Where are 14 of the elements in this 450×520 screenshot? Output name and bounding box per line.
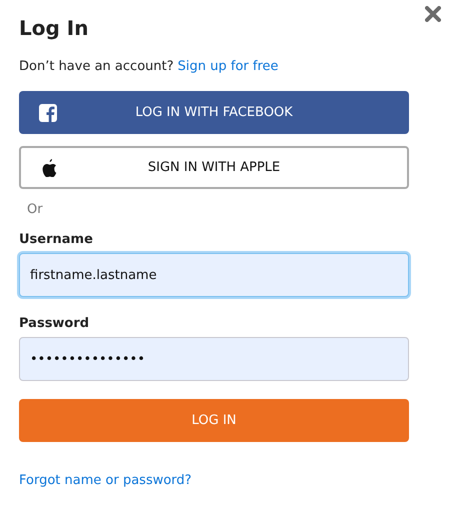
apple-signin-button[interactable]: SIGN IN WITH APPLE: [19, 146, 409, 189]
forgot-password-link[interactable]: Forgot name or password?: [19, 473, 192, 488]
or-separator: Or: [27, 201, 43, 219]
apple-icon: [41, 158, 57, 176]
username-label: Username: [19, 231, 93, 249]
signup-prompt: Don’t have an account?: [19, 59, 174, 74]
close-icon[interactable]: [425, 6, 441, 22]
facebook-icon: [39, 104, 57, 122]
dialog-title: Log In: [19, 15, 90, 42]
password-field[interactable]: •••••••••••••••: [19, 337, 409, 381]
username-field[interactable]: firstname.lastname: [19, 253, 409, 297]
signup-link[interactable]: Sign up for free: [178, 59, 278, 74]
facebook-login-button[interactable]: LOG IN WITH FACEBOOK: [19, 91, 409, 134]
password-label: Password: [19, 315, 90, 333]
